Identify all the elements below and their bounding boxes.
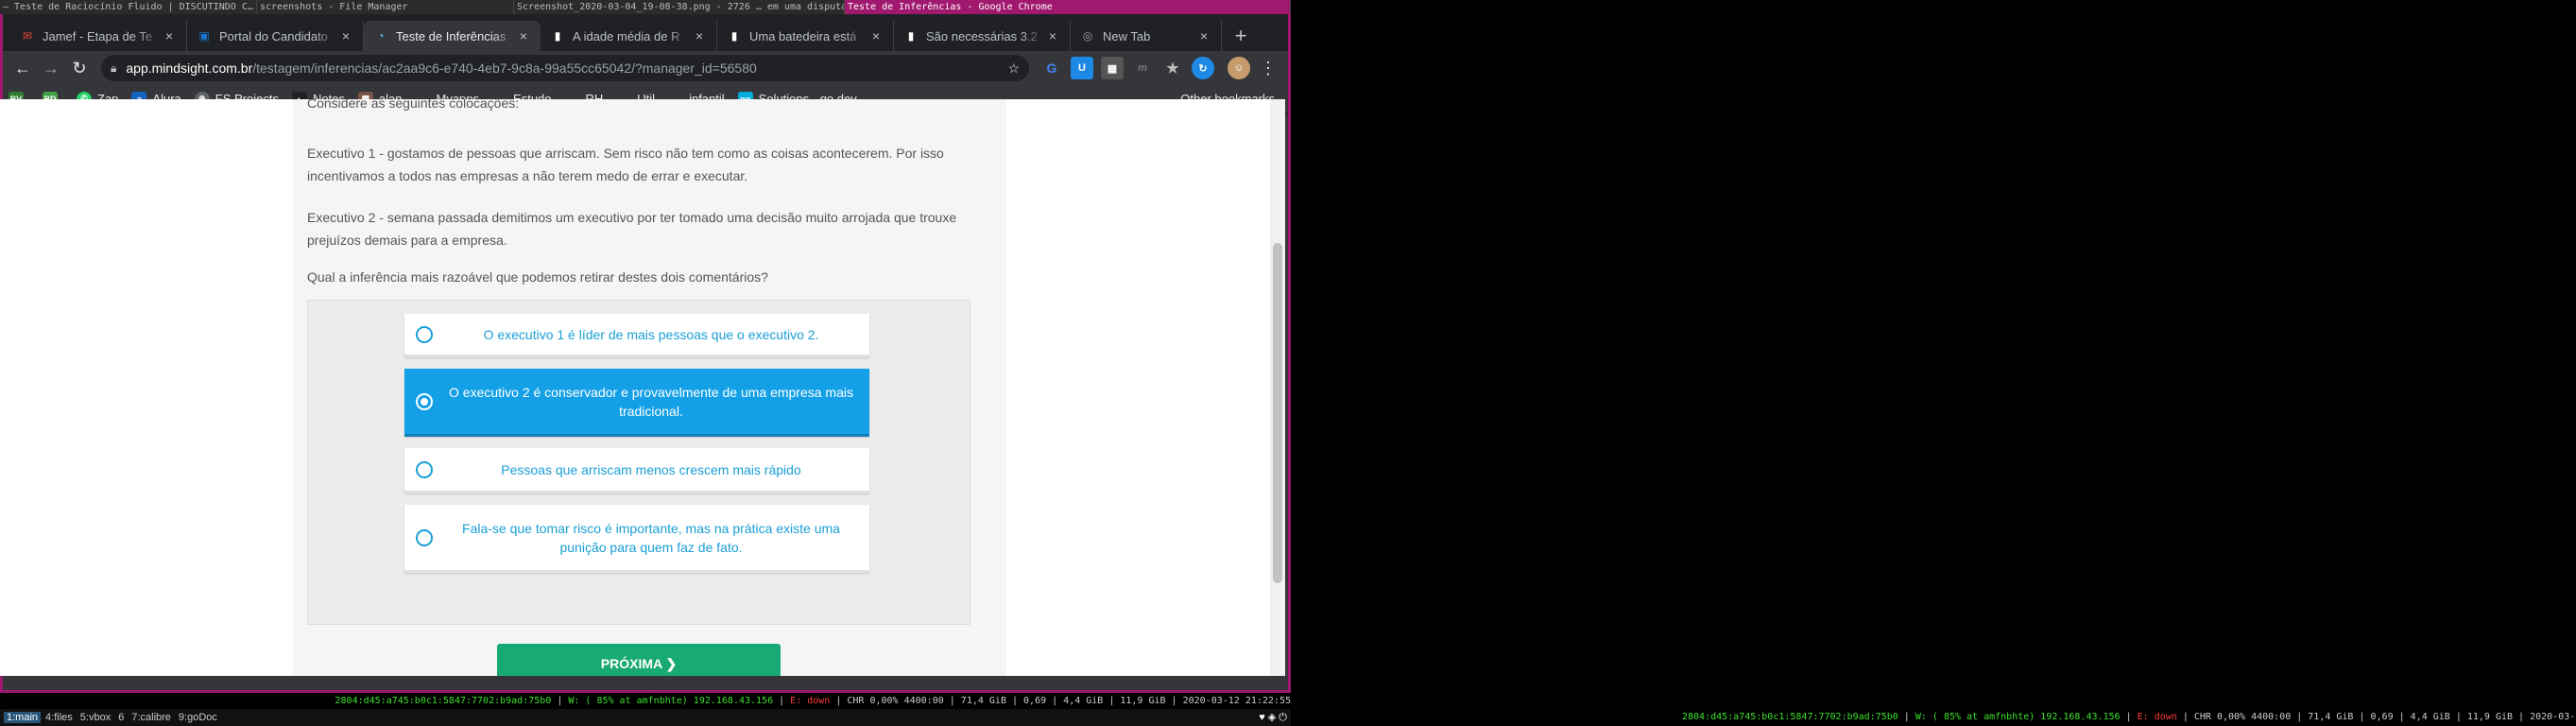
tab-title: Teste de Inferências bbox=[396, 28, 507, 43]
question-prompt: Qual a inferência mais razoável que pode… bbox=[307, 269, 768, 285]
tab-title: Portal do Candidato bbox=[219, 28, 328, 43]
grid-extension-icon[interactable]: ▦ bbox=[1101, 57, 1124, 79]
wm-window-title[interactable]: Screenshot_2020-03-04_19-08-38.png - 272… bbox=[514, 0, 845, 14]
close-icon[interactable]: × bbox=[1045, 28, 1060, 43]
radio-button-checked[interactable] bbox=[416, 392, 433, 410]
radio-button[interactable] bbox=[416, 325, 433, 343]
portal-icon: ▣ bbox=[198, 29, 210, 43]
status-system: CHR 0,00% 4400:00 | 71,4 GiB | 0,69 | 4,… bbox=[847, 696, 1291, 706]
tab-title: New Tab bbox=[1103, 28, 1151, 43]
google-icon[interactable]: G bbox=[1040, 57, 1063, 79]
workspace-button[interactable]: 5:vbox bbox=[77, 712, 113, 723]
radio-button[interactable] bbox=[416, 460, 433, 478]
status-wifi: W: ( 85% at amfnbhte) 192.168.43.156 bbox=[1915, 712, 2121, 722]
browser-tab[interactable]: ▮ A idade média de R × bbox=[541, 21, 717, 51]
browser-tab-active[interactable]: ◔ Teste de Inferências × bbox=[364, 21, 541, 51]
i3-workspace-bar: 1:main 4:files 5:vbox 6 7:calibre 9:goDo… bbox=[0, 709, 1291, 726]
close-icon[interactable]: × bbox=[516, 28, 531, 43]
avatar[interactable]: ☺ bbox=[1228, 57, 1250, 79]
window-manager-title-bar: – Teste de Raciocínio Fluido | DISCUTIND… bbox=[0, 0, 1291, 14]
status-bar-right: 2804:d45:a745:b0c1:5847:7702:b9ad:75b0 |… bbox=[1291, 693, 2576, 726]
scrollbar-thumb[interactable] bbox=[1273, 243, 1282, 583]
executive-2-statement: Executivo 2 - semana passada demitimos u… bbox=[307, 210, 957, 248]
status-bar-left: 2804:d45:a745:b0c1:5847:7702:b9ad:75b0 |… bbox=[0, 693, 1291, 709]
wm-window-title[interactable]: – Teste de Raciocínio Fluido | DISCUTIND… bbox=[0, 0, 257, 14]
refresh-extension-icon[interactable]: ↻ bbox=[1192, 57, 1214, 79]
reload-icon[interactable]: ↻ bbox=[65, 54, 94, 82]
workspace-button[interactable]: 9:goDoc bbox=[176, 712, 220, 723]
tab-title: A idade média de R bbox=[573, 28, 680, 43]
gmail-icon: ✉ bbox=[22, 29, 33, 43]
option-text: O executivo 1 é líder de mais pessoas qu… bbox=[483, 326, 819, 342]
status-ip: 2804:d45:a745:b0c1:5847:7702:b9ad:75b0 bbox=[335, 696, 552, 706]
close-icon[interactable]: × bbox=[162, 28, 177, 43]
executive-1-statement: Executivo 1 - gostamos de pessoas que ar… bbox=[307, 146, 944, 183]
address-bar[interactable]: 🔒︎ app.mindsight.com.br/testagem/inferen… bbox=[101, 55, 1029, 81]
star-icon[interactable]: ☆ bbox=[1007, 60, 1020, 77]
close-icon[interactable]: × bbox=[868, 28, 884, 43]
wm-window-title-active[interactable]: Teste de Inferências - Google Chrome bbox=[845, 0, 1291, 14]
tab-title: Uma batedeira está bbox=[749, 28, 857, 43]
page-viewport: Considere as seguintes colocações: Execu… bbox=[0, 99, 1285, 676]
workspace-button[interactable]: 1:main bbox=[4, 712, 42, 723]
m-extension-icon[interactable]: m bbox=[1131, 57, 1154, 79]
star-extension-icon[interactable]: ★ bbox=[1161, 57, 1184, 79]
next-button[interactable]: PRÓXIMA ❯ bbox=[497, 644, 781, 676]
page-scrollbar[interactable] bbox=[1270, 99, 1285, 676]
status-ip: 2804:d45:a745:b0c1:5847:7702:b9ad:75b0 bbox=[1682, 712, 1898, 722]
option-text: Fala-se que tomar risco é importante, ma… bbox=[462, 520, 840, 555]
new-tab-button[interactable]: + bbox=[1228, 23, 1254, 49]
workspace-button[interactable]: 4:files bbox=[43, 712, 76, 723]
url-path: /testagem/inferencias/ac2aa9c6-e740-4eb7… bbox=[252, 60, 757, 76]
status-system: CHR 0,00% 4400:00 | 71,4 GiB | 0,69 | 4,… bbox=[2193, 712, 2576, 722]
url-host: app.mindsight.com.br bbox=[126, 60, 253, 76]
browser-tab[interactable]: ▣ Portal do Candidato × bbox=[187, 21, 364, 51]
browser-tab[interactable]: ▮ São necessárias 3.2 × bbox=[894, 21, 1071, 51]
wm-window-title[interactable]: screenshots - File Manager bbox=[257, 0, 514, 14]
shield-icon[interactable]: U bbox=[1071, 57, 1093, 79]
close-icon[interactable]: × bbox=[1196, 28, 1211, 43]
answer-option-selected[interactable]: O executivo 2 é conservador e provavelme… bbox=[404, 369, 869, 437]
bookmark-icon: ▮ bbox=[554, 29, 561, 43]
browser-toolbar: ← → ↻ 🔒︎ app.mindsight.com.br/testagem/i… bbox=[3, 51, 1288, 85]
browser-tab[interactable]: ✉ Jamef - Etapa de Te × bbox=[10, 21, 187, 51]
workspace-button[interactable]: 6 bbox=[115, 712, 127, 723]
tab-title: São necessárias 3.2 bbox=[926, 28, 1038, 43]
answer-options: O executivo 1 é líder de mais pessoas qu… bbox=[307, 300, 970, 625]
option-text: O executivo 2 é conservador e provavelme… bbox=[449, 384, 853, 419]
lock-icon: 🔒︎ bbox=[111, 60, 117, 75]
bookmark-icon: ▮ bbox=[907, 29, 915, 43]
option-text: Pessoas que arriscam menos crescem mais … bbox=[501, 461, 801, 477]
close-icon[interactable]: × bbox=[692, 28, 707, 43]
back-icon[interactable]: ← bbox=[9, 54, 37, 82]
status-ethernet: E: down bbox=[2137, 712, 2177, 722]
mindsight-icon: ◔ bbox=[377, 29, 385, 43]
bookmark-icon: ▮ bbox=[730, 29, 738, 43]
forward-icon[interactable]: → bbox=[37, 54, 65, 82]
status-wifi: W: ( 85% at amfnbhte) 192.168.43.156 bbox=[568, 696, 774, 706]
workspace-button[interactable]: 7:calibre bbox=[129, 712, 174, 723]
tray-icons: ♥ ◈ ⏻ bbox=[1259, 712, 1287, 723]
status-ethernet: E: down bbox=[790, 696, 831, 706]
tab-title: Jamef - Etapa de Te bbox=[43, 28, 153, 43]
menu-icon[interactable]: ⋮ bbox=[1254, 54, 1282, 82]
chrome-icon: ◎ bbox=[1082, 29, 1093, 43]
status-spacer bbox=[0, 693, 335, 709]
question-intro: Considere as seguintes colocações: bbox=[307, 99, 520, 111]
browser-tab[interactable]: ▮ Uma batedeira está × bbox=[717, 21, 894, 51]
tab-strip: ✉ Jamef - Etapa de Te × ▣ Portal do Cand… bbox=[3, 14, 1288, 51]
answer-option[interactable]: Pessoas que arriscam menos crescem mais … bbox=[404, 448, 869, 493]
answer-option[interactable]: Fala-se que tomar risco é importante, ma… bbox=[404, 505, 869, 573]
answer-option[interactable]: O executivo 1 é líder de mais pessoas qu… bbox=[404, 314, 869, 357]
close-icon[interactable]: × bbox=[338, 28, 353, 43]
browser-tab[interactable]: ◎ New Tab × bbox=[1071, 21, 1222, 51]
radio-button[interactable] bbox=[416, 528, 433, 546]
